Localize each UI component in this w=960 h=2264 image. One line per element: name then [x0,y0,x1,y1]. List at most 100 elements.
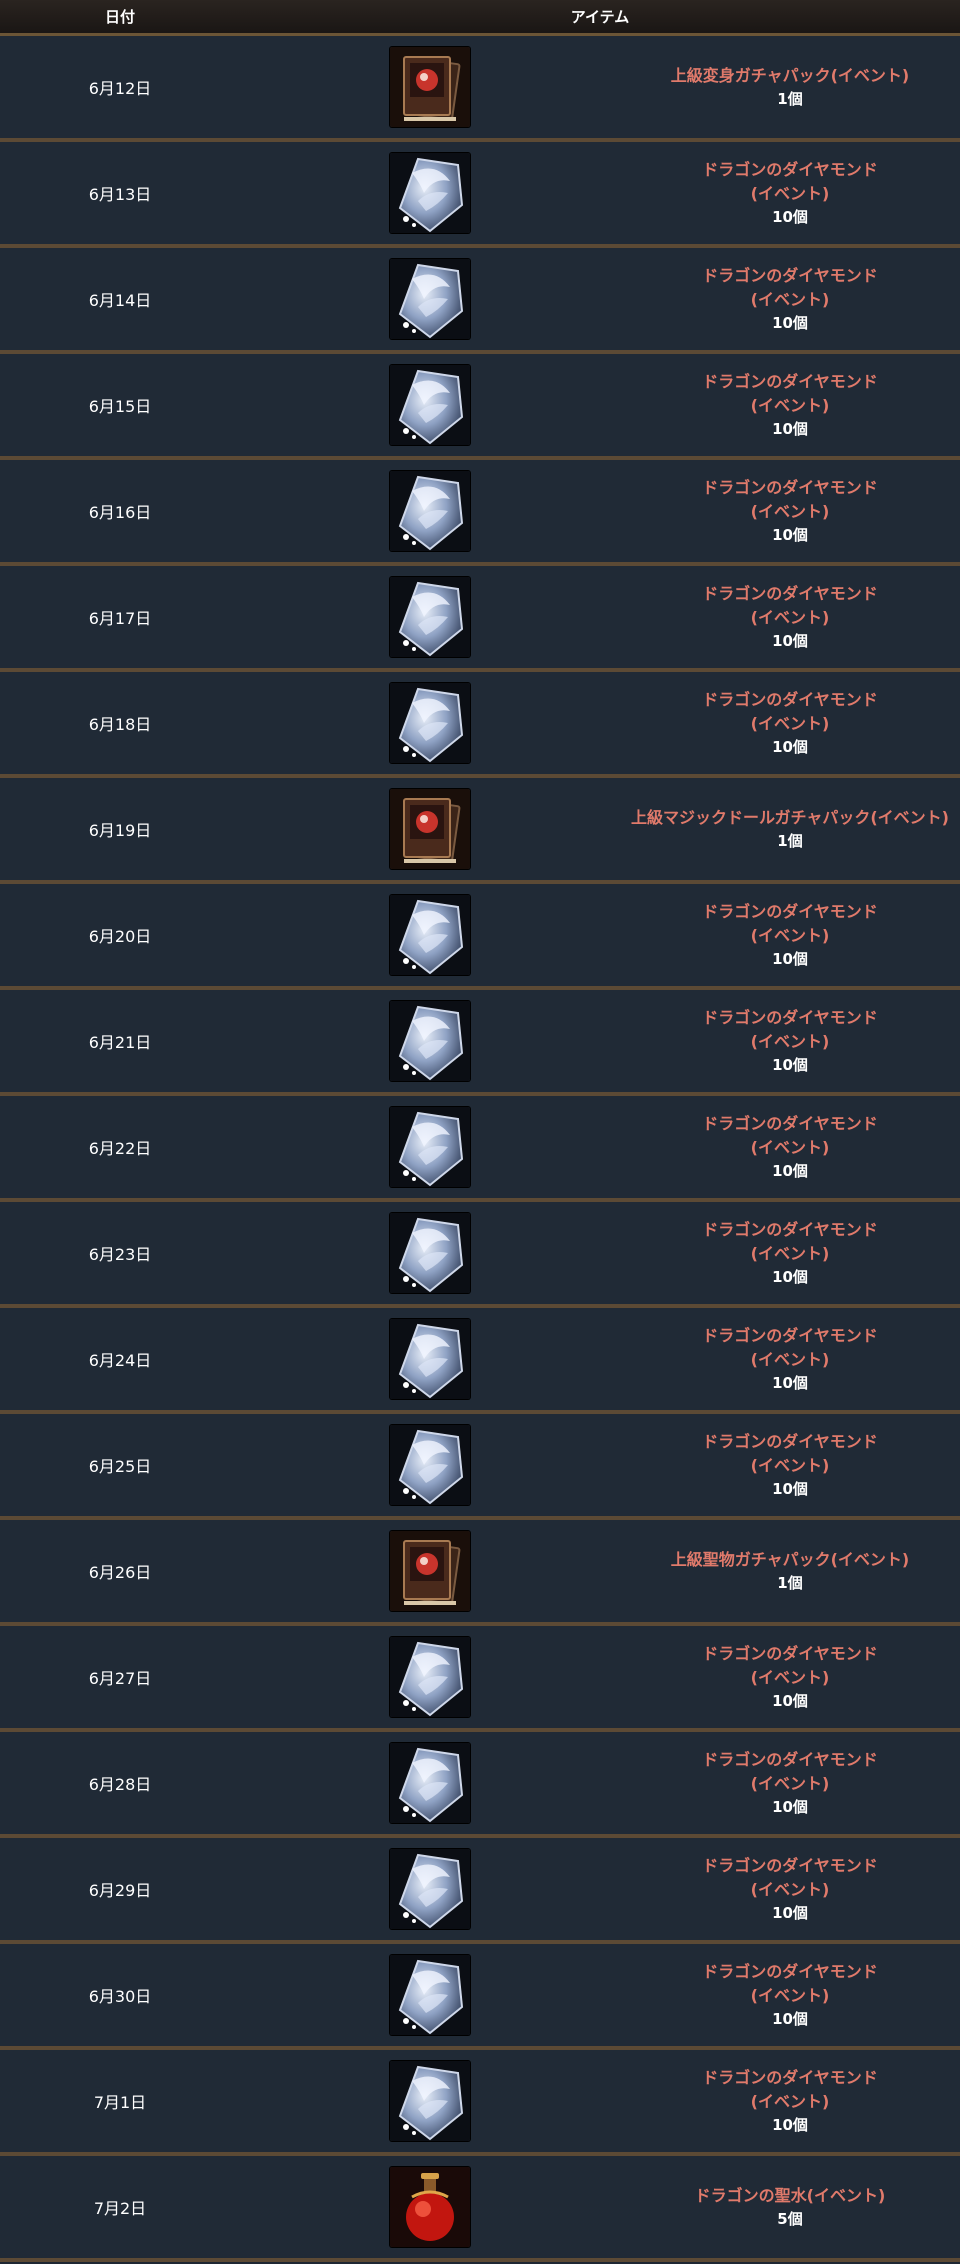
diamond-icon [390,1001,470,1081]
row-icon-cell [240,1213,620,1293]
item-name: ドラゴンのダイヤモンド (イベント) [702,690,878,733]
table-row: 6月18日 ドラゴンのダイヤモンド (イベント) 10個 [0,672,960,778]
row-item: ドラゴンのダイヤモンド (イベント) 10個 [620,1324,960,1394]
row-icon-cell [240,1107,620,1187]
item-quantity: 10個 [772,1480,808,1498]
diamond-icon [390,153,470,233]
diamond-icon [390,683,470,763]
item-quantity: 10個 [772,1904,808,1922]
row-item: ドラゴンのダイヤモンド (イベント) 10個 [620,1112,960,1182]
item-quantity: 1個 [777,90,803,108]
item-name: ドラゴンのダイヤモンド (イベント) [702,1856,878,1899]
row-date: 6月22日 [88,1139,152,1158]
row-date: 6月28日 [88,1775,152,1794]
row-icon-cell [240,1743,620,1823]
row-icon-cell [240,1001,620,1081]
row-item: ドラゴンのダイヤモンド (イベント) 10個 [620,1854,960,1924]
row-item: ドラゴンのダイヤモンド (イベント) 10個 [620,264,960,334]
diamond-icon [390,471,470,551]
row-icon-cell [240,789,620,869]
table-row: 6月14日 ドラゴンのダイヤモンド (イベント) 10個 [0,248,960,354]
item-quantity: 10個 [772,1374,808,1392]
item-quantity: 10個 [772,632,808,650]
item-name: ドラゴンのダイヤモンド (イベント) [702,2068,878,2111]
item-quantity: 10個 [772,2010,808,2028]
reward-table: 日付 アイテム 6月12日 上級変身ガチャパック(イベント) 1個 6月13日 [0,0,960,2262]
item-name: ドラゴンのダイヤモンド (イベント) [702,1220,878,1263]
table-row: 6月27日 ドラゴンのダイヤモンド (イベント) 10個 [0,1626,960,1732]
item-quantity: 10個 [772,314,808,332]
header-item: アイテム [570,8,630,26]
row-icon-cell [240,577,620,657]
row-item: ドラゴンのダイヤモンド (イベント) 10個 [620,2066,960,2136]
row-icon-cell [240,1531,620,1611]
item-name: ドラゴンのダイヤモンド (イベント) [702,1326,878,1369]
diamond-icon [390,1849,470,1929]
diamond-icon [390,1955,470,2035]
row-item: ドラゴンのダイヤモンド (イベント) 10個 [620,1642,960,1712]
table-row: 6月30日 ドラゴンのダイヤモンド (イベント) 10個 [0,1944,960,2050]
item-name: ドラゴンのダイヤモンド (イベント) [702,160,878,203]
item-name: 上級マジックドールガチャパック(イベント) [631,808,949,827]
header-date: 日付 [104,8,135,26]
table-row: 6月12日 上級変身ガチャパック(イベント) 1個 [0,36,960,142]
table-row: 6月13日 ドラゴンのダイヤモンド (イベント) 10個 [0,142,960,248]
row-date: 6月19日 [88,821,152,840]
row-date: 6月23日 [88,1245,152,1264]
item-quantity: 1個 [777,1574,803,1592]
row-date: 6月21日 [88,1033,152,1052]
row-item: ドラゴンのダイヤモンド (イベント) 10個 [620,688,960,758]
row-date: 6月30日 [88,1987,152,2006]
row-date: 7月2日 [93,2199,147,2218]
table-row: 6月25日 ドラゴンのダイヤモンド (イベント) 10個 [0,1414,960,1520]
row-item: ドラゴンのダイヤモンド (イベント) 10個 [620,1748,960,1818]
row-icon-cell [240,683,620,763]
row-item: ドラゴンのダイヤモンド (イベント) 10個 [620,370,960,440]
row-icon-cell [240,1425,620,1505]
table-header: 日付 アイテム [0,0,960,36]
row-icon-cell [240,365,620,445]
row-date: 6月29日 [88,1881,152,1900]
row-icon-cell [240,1849,620,1929]
row-date: 6月12日 [88,79,152,98]
item-quantity: 10個 [772,1268,808,1286]
table-row: 6月28日 ドラゴンのダイヤモンド (イベント) 10個 [0,1732,960,1838]
table-row: 6月19日 上級マジックドールガチャパック(イベント) 1個 [0,778,960,884]
table-row: 6月29日 ドラゴンのダイヤモンド (イベント) 10個 [0,1838,960,1944]
diamond-icon [390,577,470,657]
table-row: 6月17日 ドラゴンのダイヤモンド (イベント) 10個 [0,566,960,672]
row-icon-cell [240,471,620,551]
item-quantity: 10個 [772,1692,808,1710]
item-quantity: 10個 [772,738,808,756]
diamond-icon [390,895,470,975]
row-icon-cell [240,2167,620,2247]
table-row: 6月22日 ドラゴンのダイヤモンド (イベント) 10個 [0,1096,960,1202]
row-item: ドラゴンのダイヤモンド (イベント) 10個 [620,476,960,546]
table-row: 6月26日 上級聖物ガチャパック(イベント) 1個 [0,1520,960,1626]
diamond-icon [390,1743,470,1823]
diamond-icon [390,2061,470,2141]
row-date: 6月25日 [88,1457,152,1476]
diamond-icon [390,1637,470,1717]
row-icon-cell [240,1637,620,1717]
item-name: ドラゴンのダイヤモンド (イベント) [702,266,878,309]
potion-icon [390,2167,470,2247]
item-quantity: 10個 [772,526,808,544]
row-date: 6月14日 [88,291,152,310]
item-name: ドラゴンのダイヤモンド (イベント) [702,372,878,415]
item-name: ドラゴンの聖水(イベント) [694,2186,886,2205]
diamond-icon [390,1425,470,1505]
row-icon-cell [240,1319,620,1399]
item-name: ドラゴンのダイヤモンド (イベント) [702,1750,878,1793]
table-row: 6月24日 ドラゴンのダイヤモンド (イベント) 10個 [0,1308,960,1414]
row-item: ドラゴンのダイヤモンド (イベント) 10個 [620,1218,960,1288]
item-name: ドラゴンのダイヤモンド (イベント) [702,478,878,521]
row-icon-cell [240,47,620,127]
item-name: ドラゴンのダイヤモンド (イベント) [702,584,878,627]
row-icon-cell [240,895,620,975]
row-item: 上級聖物ガチャパック(イベント) 1個 [620,1548,960,1594]
gacha-pack-icon [390,789,470,869]
item-quantity: 10個 [772,1798,808,1816]
item-quantity: 5個 [777,2210,803,2228]
row-item: 上級変身ガチャパック(イベント) 1個 [620,64,960,110]
